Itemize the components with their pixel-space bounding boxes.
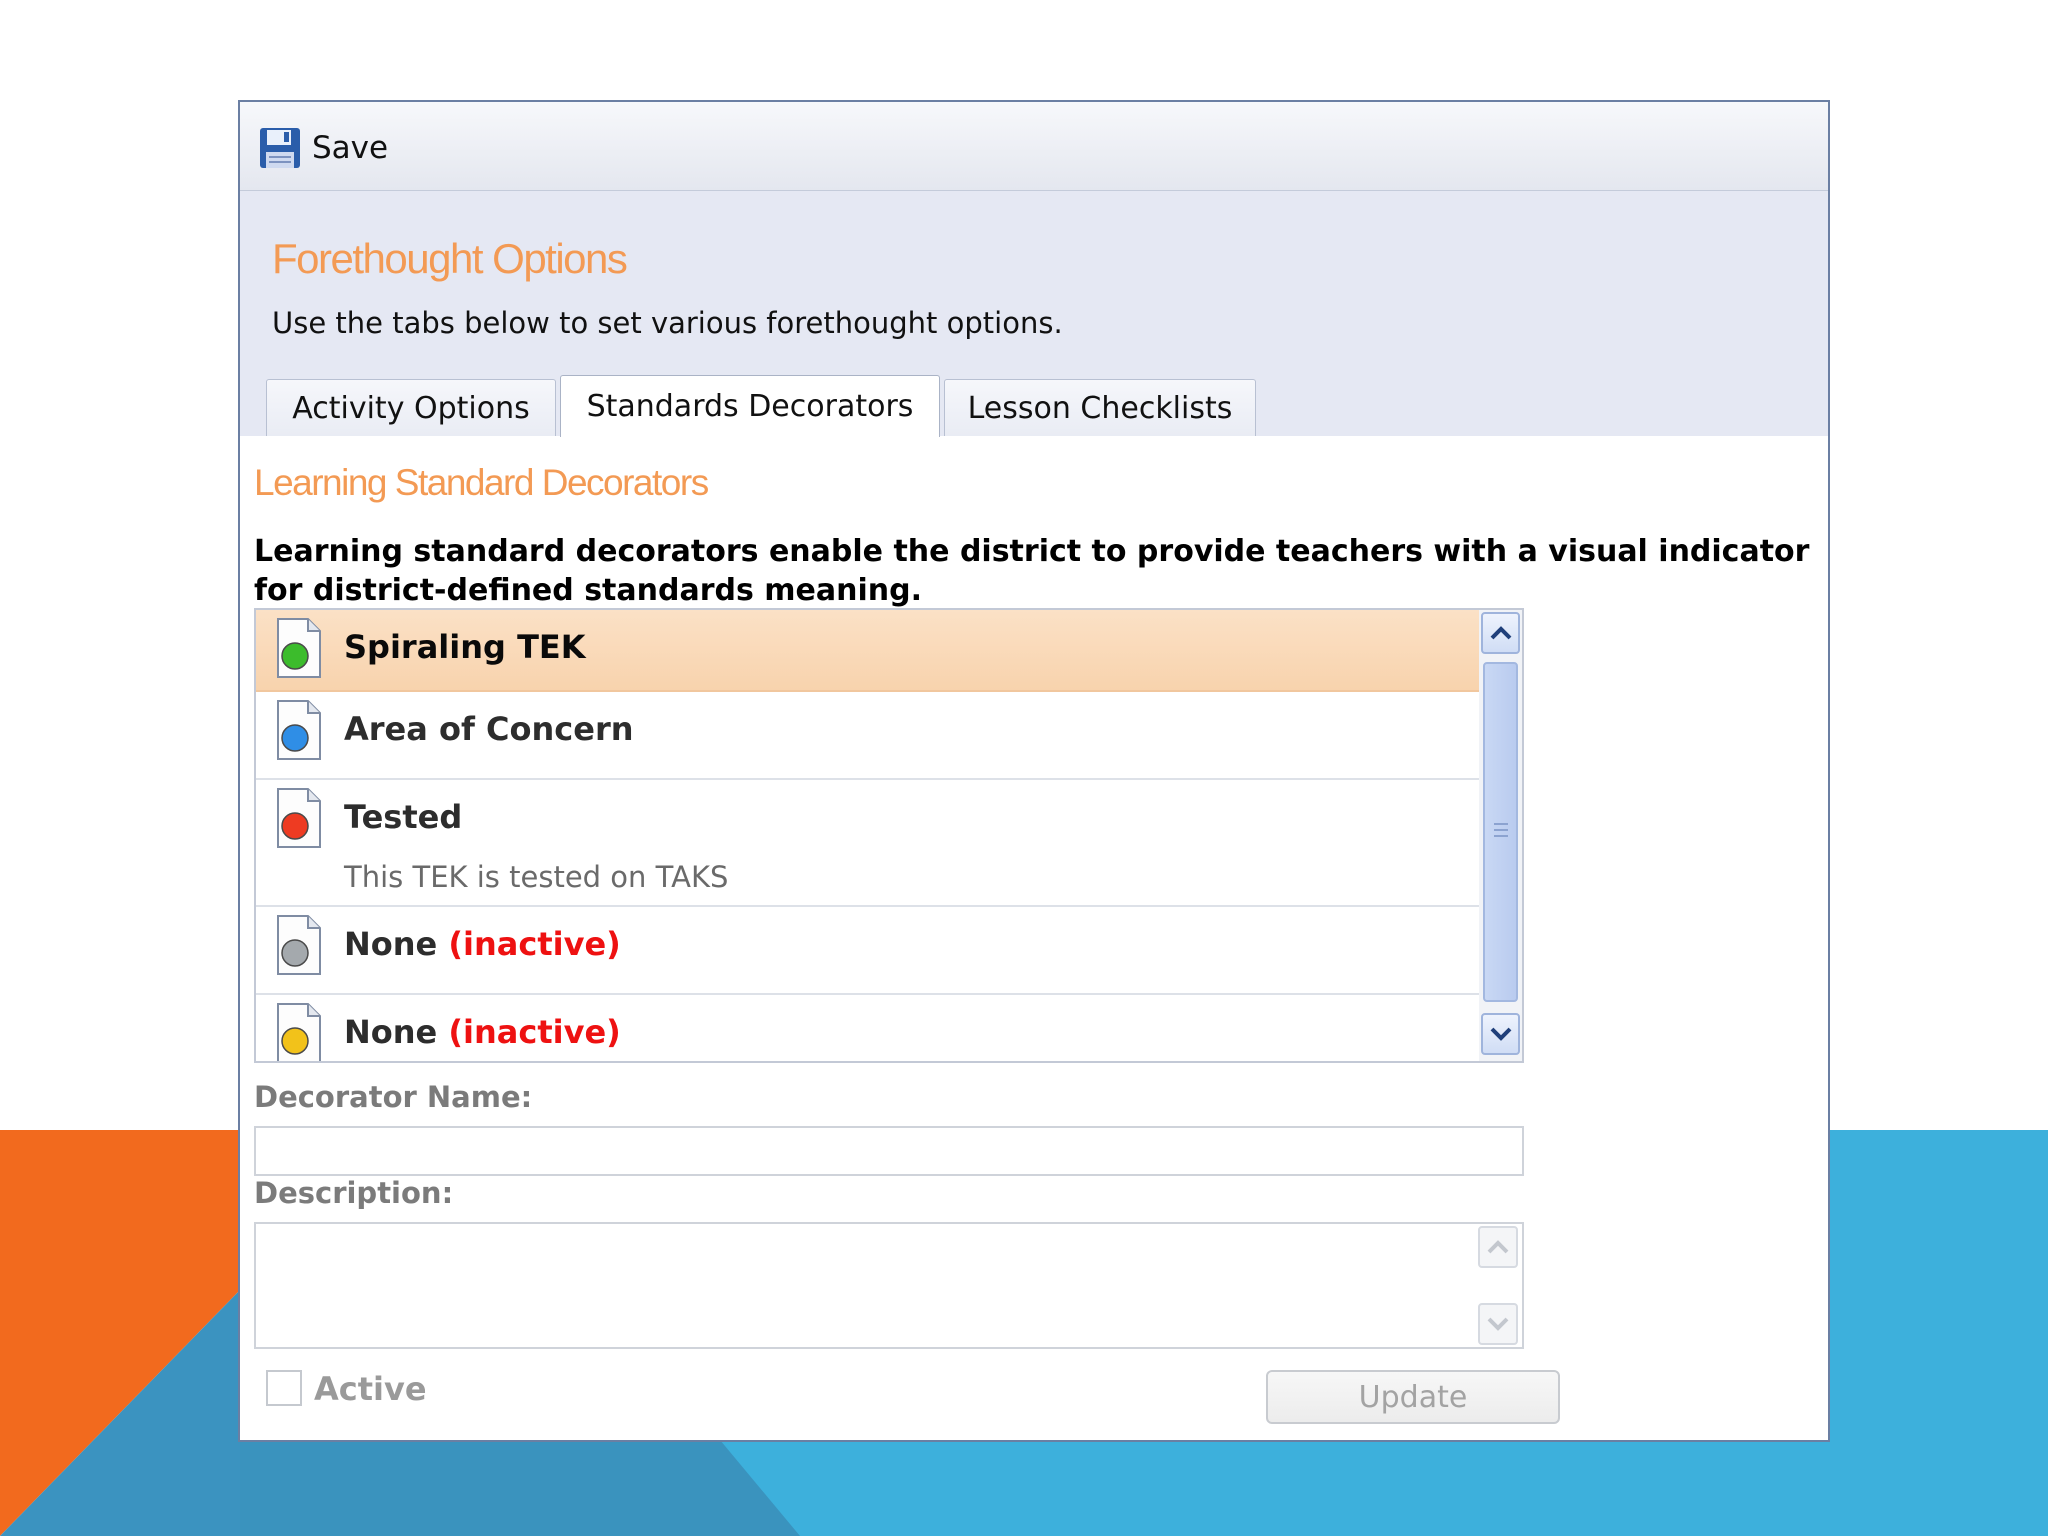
tab-activity-options[interactable]: Activity Options [266,379,556,436]
list-item-spiraling-tek[interactable]: Spiraling TEK [256,610,1481,692]
update-button[interactable]: Update [1266,1370,1560,1424]
scroll-up-button[interactable] [1481,612,1520,654]
active-label: Active [314,1370,427,1408]
save-button[interactable]: Save [258,126,388,170]
chevron-up-icon [1490,626,1511,640]
list-item-none-yellow[interactable]: None (inactive) [256,995,1481,1061]
decorator-list: Spiraling TEK Area of Concern Tested Thi… [254,608,1524,1063]
tab-content: Learning Standard Decorators Learning st… [254,436,1814,1440]
grip-icon [1494,823,1508,837]
page-subtitle: Use the tabs below to set various foreth… [272,306,1063,340]
description-scroll-down-button[interactable] [1478,1303,1518,1345]
gray-dot-document-icon [277,915,321,975]
decorator-name-input[interactable] [254,1126,1524,1176]
list-item-tested[interactable]: Tested This TEK is tested on TAKS [256,780,1481,907]
description-field [254,1222,1524,1351]
active-checkbox[interactable] [266,1370,302,1406]
page-title: Forethought Options [272,235,628,282]
scroll-thumb[interactable] [1483,662,1518,1002]
decorator-name: Spiraling TEK [344,628,586,666]
decorator-name: None (inactive) [344,1013,621,1051]
section-title: Learning Standard Decorators [254,462,709,503]
decorator-name-text: None [344,1013,438,1051]
inactive-status: (inactive) [448,925,621,963]
decorator-name: Tested [344,798,463,836]
section-intro: Learning standard decorators enable the … [254,534,1810,608]
list-scrollbar[interactable] [1479,610,1522,1061]
decorator-name: None (inactive) [344,925,621,963]
status-dot [281,812,309,840]
decorator-description: This TEK is tested on TAKS [344,860,729,894]
yellow-dot-document-icon [277,1003,321,1061]
status-dot [281,1027,309,1055]
description-label: Description: [254,1176,454,1210]
chevron-up-icon [1487,1240,1509,1254]
status-dot [281,642,309,670]
description-input[interactable] [256,1224,1480,1351]
save-label: Save [312,130,389,166]
options-window: Save Forethought Options Use the tabs be… [238,100,1830,1442]
list-item-none-gray[interactable]: None (inactive) [256,907,1481,995]
status-dot [281,724,309,752]
scroll-down-button[interactable] [1481,1013,1520,1055]
toolbar: Save [240,102,1828,191]
tab-standards-decorators[interactable]: Standards Decorators [560,375,940,437]
chevron-down-icon [1490,1027,1511,1041]
decorator-name-text: None [344,925,438,963]
green-dot-document-icon [277,618,321,678]
decorator-name: Area of Concern [344,710,634,748]
tab-lesson-checklists[interactable]: Lesson Checklists [944,379,1256,436]
blue-dot-document-icon [277,700,321,760]
inactive-status: (inactive) [448,1013,621,1051]
red-dot-document-icon [277,788,321,848]
description-scroll-up-button[interactable] [1478,1226,1518,1268]
floppy-disk-icon [260,128,300,168]
decorator-name-label: Decorator Name: [254,1080,533,1114]
header-area: Forethought Options Use the tabs below t… [240,191,1828,437]
chevron-down-icon [1487,1317,1509,1331]
list-item-area-of-concern[interactable]: Area of Concern [256,692,1481,780]
status-dot [281,939,309,967]
